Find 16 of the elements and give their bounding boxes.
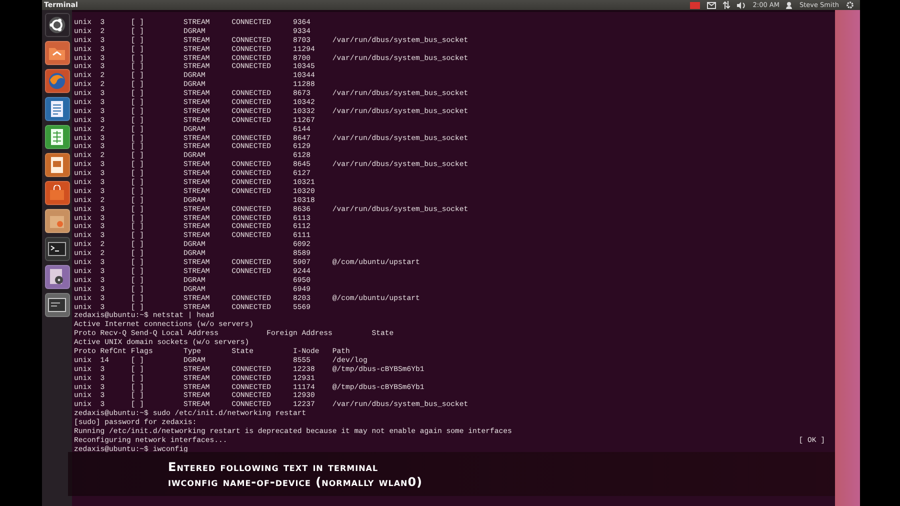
settings-icon[interactable] [846, 1, 854, 9]
globe-icon[interactable] [44, 69, 70, 93]
spreadsheet-icon[interactable] [44, 125, 70, 149]
caption-text: Entered following text in terminal [168, 460, 380, 474]
document-icon[interactable] [44, 97, 70, 121]
network-icon[interactable] [722, 1, 730, 9]
shopping-bag-icon[interactable] [44, 181, 70, 205]
terminal-icon[interactable] [44, 237, 70, 261]
user-icon[interactable] [786, 2, 792, 8]
presentation-icon[interactable] [44, 153, 70, 177]
package-icon[interactable] [44, 209, 70, 233]
screen-icon[interactable] [44, 293, 70, 317]
mail-icon[interactable] [706, 2, 716, 8]
caption-text: iwconfig name-of-device (normally wlan0) [168, 474, 424, 488]
folder-icon[interactable] [44, 41, 70, 65]
volume-icon[interactable] [736, 2, 746, 8]
